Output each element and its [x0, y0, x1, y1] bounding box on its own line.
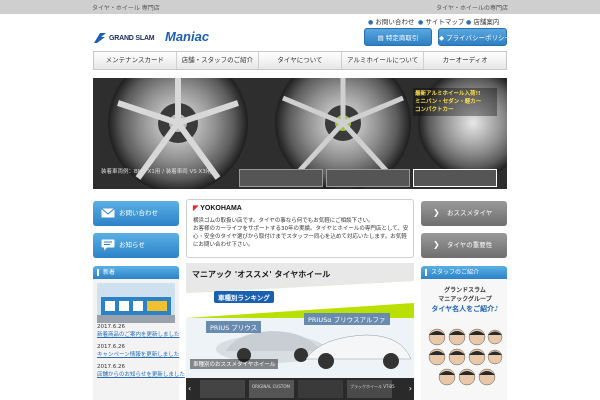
util-link-contact[interactable]: ● お問い合わせ	[368, 16, 414, 26]
recommend-tire-label: おススメタイヤ	[447, 209, 493, 217]
hero-promo-line: 最新アルミホイール入荷!!	[415, 91, 481, 97]
util-link-sitemap[interactable]: ● サイトマップ	[418, 16, 464, 26]
chevron-right-icon[interactable]: ›	[409, 384, 412, 393]
store-photo	[97, 283, 175, 323]
feature-banner[interactable]: マニアック 'オススメ' タイヤホイール 車種別ランキング PRIUS プリウス…	[186, 263, 414, 400]
main-nav: メンテナンスカード 店舗・スタッフのご紹介 タイヤについて アルミホイールについ…	[93, 51, 507, 70]
staff-line: タイヤ名人をご紹介♪	[431, 305, 499, 313]
news-title-link[interactable]: 新着商品のご案内を更新しました	[97, 331, 180, 339]
util-link-label: お問い合わせ	[375, 18, 415, 26]
nav-item-staff[interactable]: 店舗・スタッフのご紹介	[177, 52, 260, 69]
yokohama-logo-text: YOKOHAMA	[200, 205, 242, 212]
news-button[interactable]: お知らせ	[93, 233, 179, 258]
hero-promo-box: 最新アルミホイール入荷!! ミニバン・セダン・軽カー コンパクトカー	[413, 88, 497, 116]
feature-strip-label: ORIGINAL CUSTOM	[252, 384, 290, 389]
news-item[interactable]: 2017.6.26 店舗からのお知らせを更新しました	[97, 363, 185, 379]
news-date: 2017.6.26	[97, 364, 125, 370]
news-title-link[interactable]: キャンペーン情報を更新しました	[97, 351, 179, 359]
logo-grand-slam: GRAND SLAM	[109, 35, 155, 42]
staff-panel-title: スタッフのご紹介	[431, 269, 480, 276]
yokohama-logo[interactable]: ◤ YOKOHAMA	[193, 204, 242, 212]
util-link-label: 店舗案内	[473, 18, 500, 26]
news-panel: 2017.6.26 新着商品のご案内を更新しました 2017.6.26 キャンペ…	[93, 279, 185, 400]
yokohama-mark-icon: ◤	[193, 205, 199, 212]
hero-thumbnails	[239, 169, 497, 187]
document-icon: ▤	[377, 34, 386, 42]
logo-maniac: Maniac	[165, 29, 210, 44]
news-panel-header: 新着	[93, 266, 179, 279]
staff-panel-header: スタッフのご紹介	[421, 266, 507, 279]
nav-item-tires[interactable]: タイヤについて	[259, 52, 342, 69]
news-button-label: お知らせ	[119, 241, 145, 249]
yokohama-text-line: お客様のカーライフをサポートする30年の実績。タイヤとホイールの専門店として、安…	[193, 226, 409, 248]
law-button-label: 特定商取引	[385, 34, 419, 42]
util-link-store[interactable]: ● 店舗案内	[466, 16, 499, 26]
staff-line: グランドスラム	[444, 287, 486, 294]
logo-mark-icon	[94, 33, 106, 43]
privacy-button-label: プライバシーポリシー	[446, 34, 511, 42]
nav-item-audio[interactable]: カーオーディオ	[424, 52, 506, 69]
arrow-icon: ●	[466, 19, 472, 26]
contact-button[interactable]: お問い合わせ	[93, 201, 179, 226]
chevron-left-icon[interactable]: ‹	[188, 384, 191, 393]
hero-caption: 装着車両例：BMP X1用 / 装着車両 VS X3用	[101, 169, 212, 175]
hero-slideshow[interactable]: 最新アルミホイール入荷!! ミニバン・セダン・軽カー コンパクトカー 装着車両例…	[93, 78, 507, 189]
tire-importance-button[interactable]: ❯ タイヤの重要性	[421, 233, 507, 258]
feature-tagline: マニアック 'オススメ' タイヤホイール	[192, 270, 331, 279]
feature-caption: 車種別のおススメタイヤホイール	[190, 359, 279, 369]
top-bar-left-text: タイヤ・ホイール 専門店	[92, 5, 160, 12]
news-date: 2017.6.26	[97, 344, 125, 350]
tire-importance-label: タイヤの重要性	[447, 241, 493, 249]
feature-strip-label: ブラックホイール VT-B5	[350, 384, 395, 389]
yokohama-text-line: 横浜ゴムの取扱い店です。タイヤの事なら何でもお気軽にご相談下さい。	[193, 218, 374, 224]
top-bar: タイヤ・ホイール 専門店 タイヤ・ホイールの専門店	[0, 0, 600, 14]
feature-car2-label: PRIUSα プリウスアルファ	[304, 313, 390, 325]
nav-item-maintenance[interactable]: メンテナンスカード	[94, 52, 177, 69]
hero-thumbnail[interactable]	[326, 169, 410, 187]
news-item[interactable]: 2017.6.26 新着商品のご案内を更新しました	[97, 323, 180, 339]
nav-item-wheels[interactable]: アルミホイールについて	[342, 52, 425, 69]
news-panel-title: 新着	[103, 269, 116, 276]
arrow-icon: ●	[368, 19, 374, 26]
util-link-label: サイトマップ	[425, 18, 465, 26]
recommend-tire-button[interactable]: ❯ おススメタイヤ	[421, 201, 507, 226]
news-item[interactable]: 2017.6.26 キャンペーン情報を更新しました	[97, 343, 179, 359]
staff-photos	[428, 328, 503, 386]
header-bar-icon	[97, 269, 99, 276]
site-logo[interactable]: GRAND SLAM Maniac	[93, 28, 233, 48]
feature-car1-label: PRIUS プリウス	[206, 321, 262, 333]
hero-thumbnail[interactable]	[239, 169, 323, 187]
contact-button-label: お問い合わせ	[119, 209, 158, 217]
law-button[interactable]: ▤ 特定商取引	[364, 28, 432, 46]
staff-panel[interactable]: グランドスラム マニアックグループ タイヤ名人をご紹介♪	[421, 279, 507, 400]
yokohama-description: 横浜ゴムの取扱い店です。タイヤの事なら何でもお気軽にご相談下さい。 お客様のカー…	[193, 217, 409, 249]
top-bar-right-text: タイヤ・ホイールの専門店	[436, 5, 508, 12]
arrow-icon: ●	[418, 19, 424, 26]
hero-thumbnail[interactable]	[413, 169, 497, 187]
hero-promo-line: コンパクトカー	[415, 107, 454, 113]
chevron-right-icon: ❯	[433, 240, 440, 249]
staff-line: マニアックグループ	[438, 296, 492, 303]
yokohama-info-box: ◤ YOKOHAMA 横浜ゴムの取扱い店です。タイヤの事なら何でもお気軽にご相談…	[186, 199, 414, 258]
news-title-link[interactable]: 店舗からのお知らせを更新しました	[97, 371, 185, 379]
news-date: 2017.6.26	[97, 324, 125, 330]
feature-ranking-badge: 車種別ランキング	[214, 291, 274, 303]
speech-bubble-icon	[101, 239, 115, 251]
privacy-button[interactable]: ◆ プライバシーポリシー	[438, 28, 511, 46]
hero-promo-line: ミニバン・セダン・軽カー	[415, 99, 482, 105]
mail-icon	[101, 208, 115, 218]
header-bar-icon	[425, 269, 427, 276]
chevron-right-icon: ❯	[433, 208, 440, 217]
